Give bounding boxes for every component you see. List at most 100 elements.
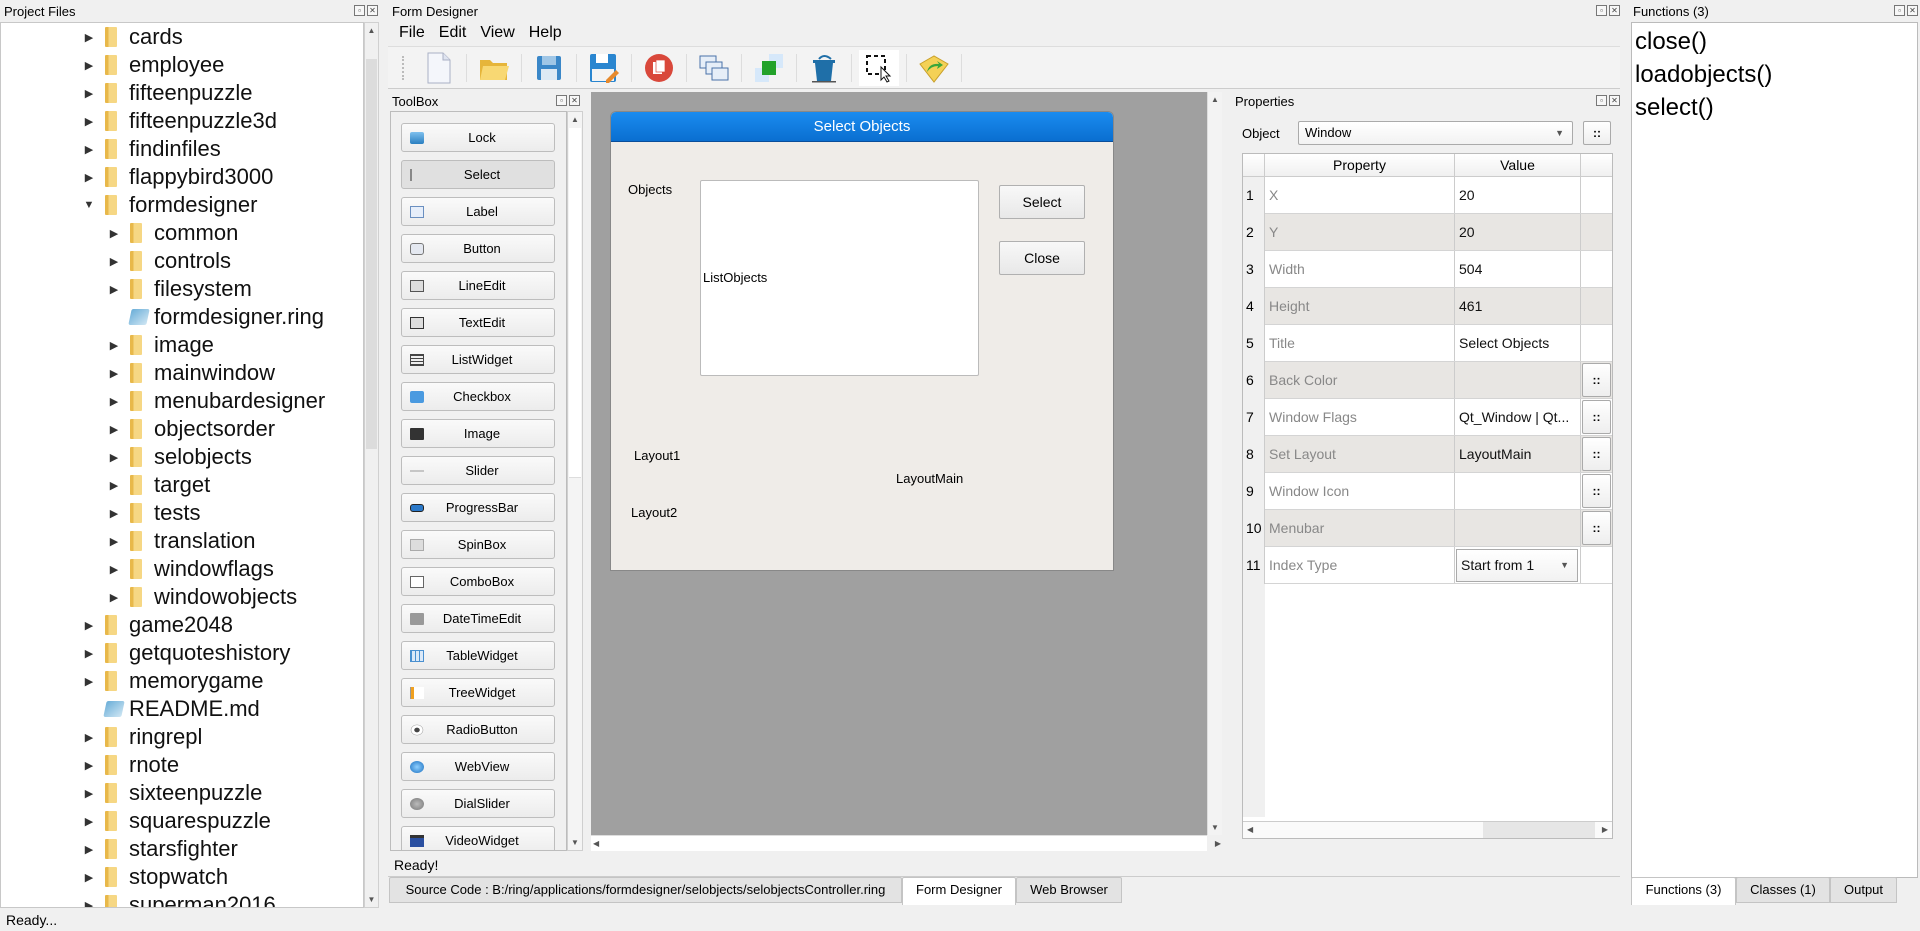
tree-folder[interactable]: ▶ employee xyxy=(83,51,225,79)
select-objects-button[interactable] xyxy=(859,49,899,86)
tree-folder[interactable]: ▶ superman2016 xyxy=(83,891,276,908)
chevron-right-icon[interactable]: ▶ xyxy=(108,451,120,464)
property-row[interactable]: 3 Width 504 xyxy=(1243,251,1612,288)
chevron-right-icon[interactable]: ▶ xyxy=(83,619,95,632)
open-button[interactable] xyxy=(474,50,514,86)
tree-folder[interactable]: ▶ findinfiles xyxy=(83,135,221,163)
menu-view[interactable]: View xyxy=(473,24,521,42)
property-value[interactable]: 504 xyxy=(1455,251,1581,287)
chevron-right-icon[interactable]: ▶ xyxy=(83,647,95,660)
tree-folder[interactable]: ▶ sixteenpuzzle xyxy=(83,779,263,807)
scroll-thumb[interactable] xyxy=(1483,822,1595,838)
close-icon[interactable]: ✕ xyxy=(1609,5,1620,16)
tree-folder[interactable]: ▶ squarespuzzle xyxy=(83,807,271,835)
float-icon[interactable]: ▫ xyxy=(1894,5,1905,16)
menu-edit[interactable]: Edit xyxy=(432,24,474,42)
close-form-button[interactable] xyxy=(639,50,679,86)
property-row[interactable]: 4 Height 461 xyxy=(1243,288,1612,325)
chevron-right-icon[interactable]: ▶ xyxy=(108,367,120,380)
chevron-right-icon[interactable]: ▶ xyxy=(83,143,95,156)
tool-textedit-button[interactable]: TextEdit xyxy=(401,308,555,337)
list-objects[interactable]: ListObjects xyxy=(700,180,979,376)
edit-property-button[interactable]: :: xyxy=(1582,437,1611,471)
edit-property-button[interactable]: :: xyxy=(1582,363,1611,397)
close-icon[interactable]: ✕ xyxy=(1907,5,1918,16)
layout2-label[interactable]: Layout2 xyxy=(631,505,677,520)
float-icon[interactable]: ▫ xyxy=(556,95,567,106)
tree-scrollbar[interactable]: ▲ ▼ xyxy=(364,22,379,908)
tool-combobox-button[interactable]: ComboBox xyxy=(401,567,555,596)
design-canvas[interactable]: Select Objects Objects ListObjects Selec… xyxy=(591,92,1207,835)
tree-folder[interactable]: ▶ ringrepl xyxy=(83,723,203,751)
designed-close-button[interactable]: Close xyxy=(999,241,1085,275)
object-dots-button[interactable]: :: xyxy=(1583,121,1611,145)
scroll-right-icon[interactable]: ▶ xyxy=(1215,836,1221,851)
designed-window[interactable]: Select Objects Objects ListObjects Selec… xyxy=(610,111,1114,571)
chevron-right-icon[interactable]: ▶ xyxy=(108,535,120,548)
chevron-right-icon[interactable]: ▶ xyxy=(83,115,95,128)
send-to-back-button[interactable] xyxy=(749,50,789,86)
new-file-button[interactable] xyxy=(419,50,459,86)
tree-folder[interactable]: ▶ windowobjects xyxy=(108,583,297,611)
tree-folder[interactable]: ▶ tests xyxy=(108,499,201,527)
tool-image-button[interactable]: Image xyxy=(401,419,555,448)
tree-folder[interactable]: ▶ menubardesigner xyxy=(108,387,325,415)
tab-classes[interactable]: Classes (1) xyxy=(1736,877,1830,903)
tree-folder[interactable]: ▶ game2048 xyxy=(83,611,233,639)
property-value[interactable] xyxy=(1455,362,1581,398)
chevron-right-icon[interactable]: ▶ xyxy=(83,815,95,828)
chevron-right-icon[interactable]: ▶ xyxy=(83,87,95,100)
tree-folder[interactable]: ▶ starsfighter xyxy=(83,835,238,863)
property-value[interactable]: Qt_Window | Qt... xyxy=(1455,399,1581,435)
tree-folder[interactable]: ▶ controls xyxy=(108,247,231,275)
property-value[interactable] xyxy=(1455,510,1581,546)
chevron-right-icon[interactable]: ▶ xyxy=(108,227,120,240)
tree-folder[interactable]: ▶ windowflags xyxy=(108,555,274,583)
chevron-right-icon[interactable]: ▶ xyxy=(83,787,95,800)
tree-folder[interactable]: ▶ mainwindow xyxy=(108,359,275,387)
tree-folder[interactable]: ▼ formdesigner xyxy=(83,191,258,219)
reload-button[interactable] xyxy=(914,50,954,86)
value-column-header[interactable]: Value xyxy=(1455,154,1581,177)
chevron-right-icon[interactable]: ▶ xyxy=(83,899,95,908)
delete-button[interactable] xyxy=(804,50,844,86)
property-row[interactable]: 9 Window Icon:: xyxy=(1243,473,1612,510)
close-icon[interactable]: ✕ xyxy=(569,95,580,106)
tool-label-button[interactable]: Label xyxy=(401,197,555,226)
menu-file[interactable]: File xyxy=(392,24,432,42)
property-value[interactable] xyxy=(1455,473,1581,509)
edit-property-button[interactable]: :: xyxy=(1582,511,1611,545)
tool-spinbox-button[interactable]: SpinBox xyxy=(401,530,555,559)
scroll-down-icon[interactable]: ▼ xyxy=(568,835,582,850)
edit-property-button[interactable]: :: xyxy=(1582,400,1611,434)
scroll-down-icon[interactable]: ▼ xyxy=(1208,820,1222,835)
chevron-right-icon[interactable]: ▶ xyxy=(108,591,120,604)
function-item[interactable]: close() xyxy=(1635,25,1914,58)
chevron-right-icon[interactable]: ▶ xyxy=(83,843,95,856)
bring-to-front-button[interactable] xyxy=(694,50,734,86)
chevron-right-icon[interactable]: ▶ xyxy=(83,59,95,72)
chevron-right-icon[interactable]: ▶ xyxy=(83,31,95,44)
project-tree[interactable]: ▶ cards ▶ employee ▶ fifteenpuzzle ▶ fifteenpuz… xyxy=(0,22,364,908)
tree-folder[interactable]: ▶ objectsorder xyxy=(108,415,275,443)
chevron-right-icon[interactable]: ▶ xyxy=(108,283,120,296)
property-value[interactable]: 20 xyxy=(1455,214,1581,250)
edit-property-button[interactable]: :: xyxy=(1582,474,1611,508)
tree-folder[interactable]: ▶ image xyxy=(108,331,214,359)
chevron-right-icon[interactable]: ▶ xyxy=(83,675,95,688)
float-icon[interactable]: ▫ xyxy=(1596,95,1607,106)
tree-file[interactable]: formdesigner.ring xyxy=(108,303,324,331)
close-icon[interactable]: ✕ xyxy=(1609,95,1620,106)
layout1-label[interactable]: Layout1 xyxy=(634,448,680,463)
tree-folder[interactable]: ▶ selobjects xyxy=(108,443,252,471)
toolbox-scrollbar[interactable]: ▲ ▼ xyxy=(567,111,583,851)
tree-folder[interactable]: ▶ stopwatch xyxy=(83,863,228,891)
tool-lock-button[interactable]: Lock xyxy=(401,123,555,152)
tool-tablewidget-button[interactable]: TableWidget xyxy=(401,641,555,670)
float-icon[interactable]: ▫ xyxy=(354,5,365,16)
functions-list[interactable]: close() loadobjects() select() xyxy=(1631,22,1918,878)
chevron-right-icon[interactable]: ▶ xyxy=(108,423,120,436)
tool-button-button[interactable]: Button xyxy=(401,234,555,263)
scroll-up-icon[interactable]: ▲ xyxy=(1208,92,1222,107)
tree-folder[interactable]: ▶ translation xyxy=(108,527,256,555)
